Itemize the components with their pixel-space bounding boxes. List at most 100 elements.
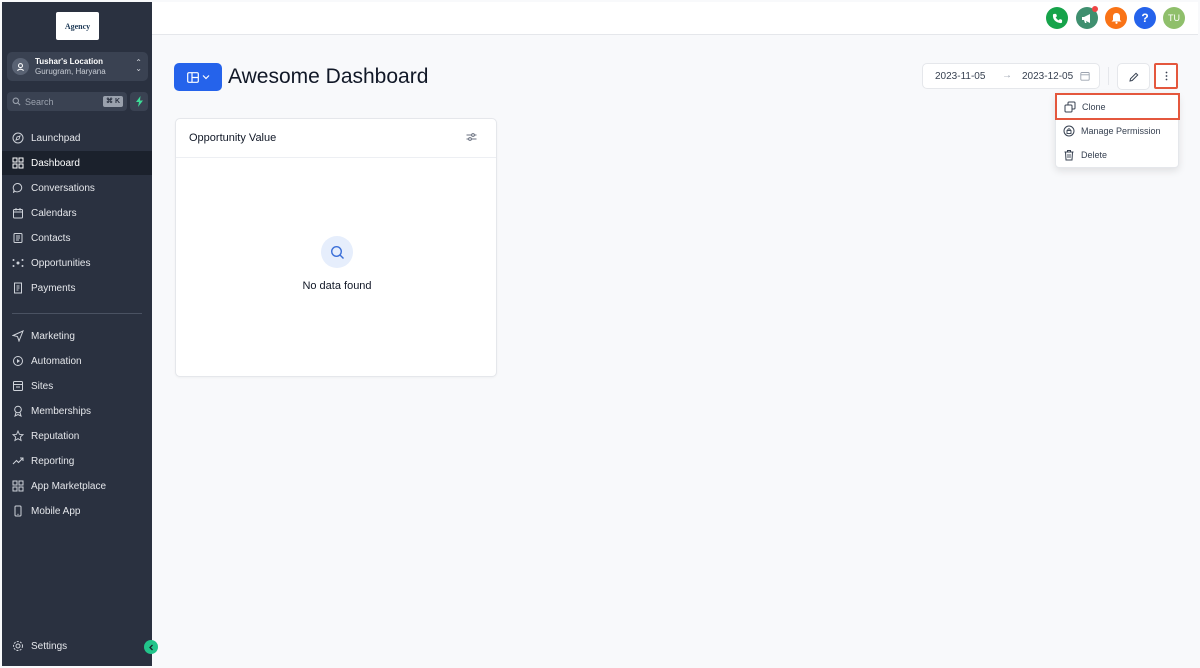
menu-item-manage-permission[interactable]: Manage Permission — [1056, 119, 1180, 142]
sidebar-divider — [12, 313, 142, 314]
trash-icon — [1064, 149, 1074, 160]
award-icon — [14, 405, 22, 417]
sidebar-item-calendars[interactable]: Calendars — [2, 201, 152, 225]
header-divider — [1108, 67, 1109, 85]
sidebar-item-app-marketplace[interactable]: App Marketplace — [2, 474, 152, 498]
sidebar-item-conversations[interactable]: Conversations — [2, 176, 152, 200]
sidebar-item-automation[interactable]: Automation — [2, 349, 152, 373]
megaphone-icon — [1082, 13, 1090, 23]
sidebar-item-label: Automation — [31, 355, 82, 367]
sidebar-item-reporting[interactable]: Reporting — [2, 449, 152, 473]
sidebar-item-marketing[interactable]: Marketing — [2, 324, 152, 348]
chevron-left-icon — [148, 644, 153, 650]
chevron-down-icon — [202, 75, 209, 80]
sidebar-item-label: Memberships — [31, 405, 92, 417]
sidebar-item-launchpad[interactable]: Launchpad — [2, 126, 152, 150]
sidebar-item-mobile-app[interactable]: Mobile App — [2, 499, 152, 523]
filter-settings-icon[interactable] — [466, 132, 477, 142]
menu-item-label: Clone — [1082, 101, 1106, 112]
location-address: Gurugram, Haryana — [35, 66, 106, 76]
contacts-icon — [13, 233, 23, 243]
smartphone-icon — [14, 505, 22, 517]
sidebar-item-label: Settings — [31, 640, 68, 652]
phone-button[interactable] — [1046, 7, 1068, 29]
sidebar-item-label: Marketing — [31, 330, 75, 342]
calendar-icon — [13, 208, 23, 219]
search-shortcut: ⌘ K — [103, 96, 123, 107]
topbar: ? TU — [152, 2, 1198, 35]
send-icon — [12, 330, 24, 342]
sidebar: Agency Tushar's Location Gurugram, Harya… — [2, 2, 152, 666]
start-date: 2023-11-05 — [935, 71, 986, 82]
sidebar-item-reputation[interactable]: Reputation — [2, 424, 152, 448]
avatar-initials: TU — [1168, 13, 1180, 23]
gear-icon — [13, 641, 23, 651]
lightning-icon — [135, 96, 143, 107]
calendar-icon — [1080, 72, 1090, 81]
date-range-picker[interactable]: 2023-11-05 → 2023-12-05 — [922, 63, 1100, 89]
sidebar-item-payments[interactable]: Payments — [2, 276, 152, 300]
logo-text: Agency — [64, 21, 91, 31]
options-menu: Clone Manage Permission Delete — [1055, 93, 1180, 168]
notifications-button[interactable] — [1105, 7, 1127, 29]
dashboard-switcher-button[interactable] — [174, 63, 222, 91]
receipt-icon — [14, 282, 22, 294]
sidebar-item-sites[interactable]: Sites — [2, 374, 152, 398]
search-input[interactable]: Search ⌘ K — [7, 92, 127, 111]
search-icon — [330, 245, 344, 259]
globe-icon — [13, 381, 23, 391]
sidebar-item-label: Opportunities — [31, 257, 91, 269]
bell-icon — [1111, 13, 1121, 24]
chevron-updown-icon: ⌃ ⌄ — [135, 58, 142, 73]
sidebar-item-settings[interactable]: Settings — [2, 634, 152, 658]
notification-dot — [1092, 6, 1098, 12]
help-icon: ? — [1141, 11, 1149, 25]
chat-bubble-icon — [12, 183, 23, 194]
widget-title: Opportunity Value — [189, 132, 277, 144]
sidebar-collapse-button[interactable] — [144, 640, 158, 654]
pencil-icon — [1128, 72, 1138, 82]
automation-icon — [13, 356, 23, 366]
location-pin-icon — [12, 58, 29, 75]
sidebar-item-label: Reputation — [31, 430, 80, 442]
kebab-menu-icon — [1165, 71, 1167, 81]
quick-actions-button[interactable] — [130, 92, 148, 111]
sidebar-item-label: Conversations — [31, 182, 95, 194]
trending-up-icon — [12, 457, 24, 465]
menu-item-label: Delete — [1081, 149, 1108, 160]
search-icon — [12, 97, 21, 106]
empty-state-icon — [321, 236, 353, 268]
phone-icon — [1052, 13, 1062, 23]
sidebar-item-opportunities[interactable]: Opportunities — [2, 251, 152, 275]
menu-item-clone[interactable]: Clone — [1055, 93, 1180, 120]
end-date: 2023-12-05 — [1022, 71, 1074, 82]
announcements-button[interactable] — [1076, 6, 1098, 29]
edit-dashboard-button[interactable] — [1117, 63, 1150, 90]
sidebar-item-label: Contacts — [31, 232, 71, 244]
menu-item-label: Manage Permission — [1081, 125, 1161, 136]
help-button[interactable]: ? — [1134, 7, 1156, 29]
sidebar-item-label: Launchpad — [31, 132, 81, 144]
opportunity-value-widget: Opportunity Value No data found — [175, 118, 497, 377]
empty-state-text: No data found — [302, 280, 372, 292]
permission-icon — [1063, 125, 1075, 136]
menu-item-delete[interactable]: Delete — [1056, 143, 1180, 166]
rocket-icon — [12, 132, 24, 144]
agency-logo[interactable]: Agency — [56, 12, 99, 40]
sidebar-item-memberships[interactable]: Memberships — [2, 399, 152, 423]
copy-icon — [1064, 101, 1076, 112]
sidebar-item-label: Mobile App — [31, 505, 81, 517]
sidebar-item-label: App Marketplace — [31, 480, 107, 492]
layout-icon — [186, 71, 199, 83]
avatar[interactable]: TU — [1163, 7, 1185, 29]
widget-header: Opportunity Value — [176, 119, 496, 158]
sidebar-item-label: Reporting — [31, 455, 75, 467]
star-icon — [12, 430, 24, 442]
sidebar-item-contacts[interactable]: Contacts — [2, 226, 152, 250]
location-switcher[interactable]: Tushar's Location Gurugram, Haryana ⌃ ⌄ — [7, 52, 148, 81]
sidebar-item-label: Dashboard — [31, 157, 80, 169]
sidebar-item-label: Payments — [31, 282, 76, 294]
more-options-button[interactable] — [1154, 63, 1178, 89]
page-title: Awesome Dashboard — [228, 65, 429, 88]
sidebar-item-dashboard[interactable]: Dashboard — [2, 151, 152, 175]
